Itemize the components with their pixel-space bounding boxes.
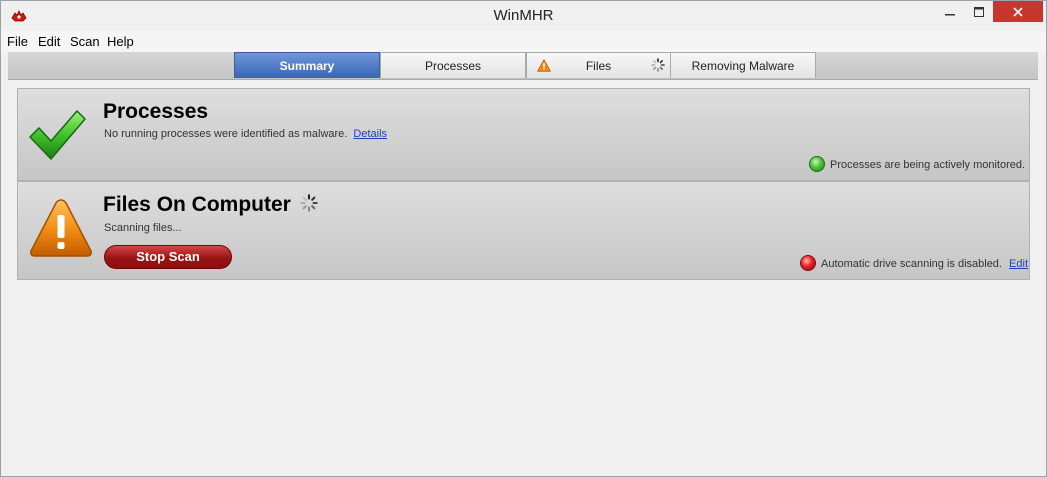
menu-bar: File Edit Scan Help [1, 31, 1046, 52]
tab-summary[interactable]: Summary [234, 52, 380, 78]
minimize-button[interactable] [935, 1, 965, 22]
files-status-text: Automatic drive scanning is disabled. [821, 258, 1002, 270]
menu-help[interactable]: Help [107, 34, 134, 49]
menu-file[interactable]: File [7, 34, 28, 49]
orange-warning-icon [28, 197, 94, 264]
app-window: WinMHR File Edit Scan Help Summary Proce… [0, 0, 1047, 477]
minimize-icon [945, 13, 955, 15]
menu-edit[interactable]: Edit [38, 34, 60, 49]
close-button[interactable] [993, 1, 1043, 22]
processes-status: Processes are being actively monitored. [830, 159, 1026, 171]
tab-files[interactable]: Files [526, 52, 671, 78]
files-description: Scanning files... [104, 222, 182, 234]
scanning-spinner-icon [299, 194, 318, 218]
close-icon [1013, 6, 1023, 17]
menu-scan[interactable]: Scan [70, 34, 100, 49]
tab-removing-malware[interactable]: Removing Malware [670, 52, 816, 78]
spinner-icon [651, 58, 665, 75]
maximize-button[interactable] [964, 1, 994, 22]
details-link[interactable]: Details [353, 128, 387, 140]
tab-removing-malware-label: Removing Malware [691, 59, 795, 73]
tab-processes-label: Processes [424, 59, 482, 73]
files-panel: Files On Computer Scanning files... Stop… [17, 181, 1030, 280]
processes-description-text: No running processes were identified as … [104, 128, 348, 140]
tab-files-label: Files [585, 59, 612, 73]
processes-description: No running processes were identified as … [104, 128, 387, 140]
edit-link[interactable]: Edit [1009, 258, 1028, 270]
status-green-dot-icon [809, 156, 825, 172]
files-title: Files On Computer [103, 193, 318, 218]
title-bar[interactable]: WinMHR [1, 1, 1046, 31]
maximize-icon [974, 6, 984, 17]
status-red-dot-icon [800, 255, 816, 271]
files-title-text: Files On Computer [103, 193, 291, 216]
tab-strip: Summary Processes Files Removing Malware [8, 52, 1038, 80]
tab-processes[interactable]: Processes [380, 52, 526, 78]
processes-panel: Processes No running processes were iden… [17, 88, 1030, 181]
stop-scan-button[interactable]: Stop Scan [104, 245, 232, 269]
processes-title: Processes [103, 100, 209, 123]
tab-summary-label: Summary [279, 59, 335, 73]
window-title: WinMHR [493, 7, 554, 24]
green-checkmark-icon [28, 107, 86, 168]
files-status: Automatic drive scanning is disabled. Ed… [821, 258, 1028, 270]
